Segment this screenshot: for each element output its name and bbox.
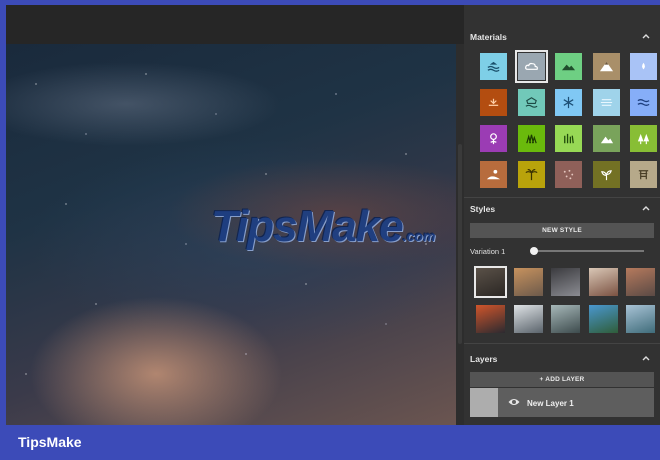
variation-slider[interactable] [534, 250, 644, 252]
style-thumbnail[interactable] [513, 305, 543, 333]
materials-header[interactable]: Materials [470, 29, 654, 45]
material-swatch[interactable] [592, 125, 620, 152]
material-swatch[interactable] [517, 125, 545, 152]
flower-icon [490, 133, 497, 145]
style-thumbnail[interactable] [588, 305, 618, 333]
chevron-up-icon[interactable] [640, 202, 652, 214]
fog-icon [600, 99, 612, 106]
style-thumbnail[interactable] [588, 268, 618, 296]
material-swatch[interactable] [480, 53, 507, 80]
scrollbar-thumb[interactable] [458, 144, 462, 344]
dots-icon [563, 169, 574, 180]
sprout-icon [600, 170, 612, 181]
layer-name: New Layer 1 [527, 399, 574, 408]
dune-icon [486, 169, 501, 180]
cloud-icon [524, 62, 538, 70]
properties-panel: Materials Styles NEW STYLE Variation 1 L… [464, 5, 660, 425]
material-swatch[interactable] [480, 125, 507, 152]
tall-grass-icon [564, 133, 574, 144]
cart-icon [638, 170, 649, 180]
style-thumbnail[interactable] [513, 268, 543, 296]
style-thumbnail[interactable] [474, 266, 507, 298]
layer-item[interactable]: New Layer 1 [470, 388, 654, 417]
material-swatch[interactable] [555, 89, 582, 116]
materials-title: Materials [470, 32, 507, 42]
hill-icon [561, 64, 576, 71]
material-swatch[interactable] [480, 161, 507, 188]
grass-icon [525, 134, 537, 144]
style-thumbnail[interactable] [551, 268, 580, 296]
variation-slider-thumb[interactable] [530, 247, 538, 255]
chevron-up-icon[interactable] [640, 352, 652, 364]
material-swatch[interactable] [555, 125, 582, 152]
material-swatch[interactable] [630, 53, 657, 80]
layer-swatch[interactable] [470, 388, 498, 417]
top-toolbar [6, 5, 464, 44]
bush-icon [600, 136, 613, 144]
divider [464, 343, 660, 344]
material-swatch[interactable] [592, 89, 620, 116]
material-swatch[interactable] [514, 50, 548, 83]
sunset-icon [488, 98, 499, 106]
eye-icon[interactable] [508, 397, 520, 407]
layers-title: Layers [470, 354, 498, 364]
canvas-scrollbar[interactable] [456, 44, 464, 425]
trees-icon [637, 133, 650, 145]
style-thumbnail[interactable] [626, 268, 655, 296]
water-icon [487, 61, 500, 72]
waves-icon [637, 99, 650, 106]
mountain-icon [599, 61, 613, 72]
layers-header[interactable]: Layers [470, 351, 654, 367]
material-swatch[interactable] [630, 89, 657, 116]
chevron-up-icon[interactable] [640, 30, 652, 42]
material-swatch[interactable] [592, 161, 620, 188]
style-thumbnail[interactable] [476, 305, 505, 333]
material-swatch[interactable] [555, 53, 582, 80]
divider [464, 197, 660, 198]
material-swatch[interactable] [555, 161, 582, 188]
footer-bar: TipsMake [0, 425, 660, 460]
watermark-logo: TipsMake.com [211, 202, 436, 251]
material-swatch[interactable] [592, 53, 620, 80]
drop-icon [642, 62, 645, 70]
app-window: TipsMake.com Materials Styles NEW STYLE … [6, 5, 660, 425]
variation-label: Variation 1 [470, 247, 506, 256]
material-swatch[interactable] [480, 89, 507, 116]
palm-icon [524, 169, 538, 181]
material-swatch[interactable] [517, 161, 545, 188]
add-layer-button[interactable]: + ADD LAYER [470, 372, 654, 387]
styles-header[interactable]: Styles [470, 201, 654, 217]
style-thumbnail[interactable] [551, 305, 580, 333]
new-style-button[interactable]: NEW STYLE [470, 223, 654, 238]
pond-icon [525, 97, 537, 108]
material-swatch[interactable] [630, 125, 657, 152]
material-swatch[interactable] [517, 89, 545, 116]
styles-title: Styles [470, 204, 496, 214]
snowflake-icon [563, 96, 574, 109]
material-swatch[interactable] [630, 161, 657, 188]
image-canvas[interactable]: TipsMake.com [6, 44, 456, 425]
footer-brand: TipsMake [18, 434, 82, 450]
style-thumbnail[interactable] [626, 305, 655, 333]
